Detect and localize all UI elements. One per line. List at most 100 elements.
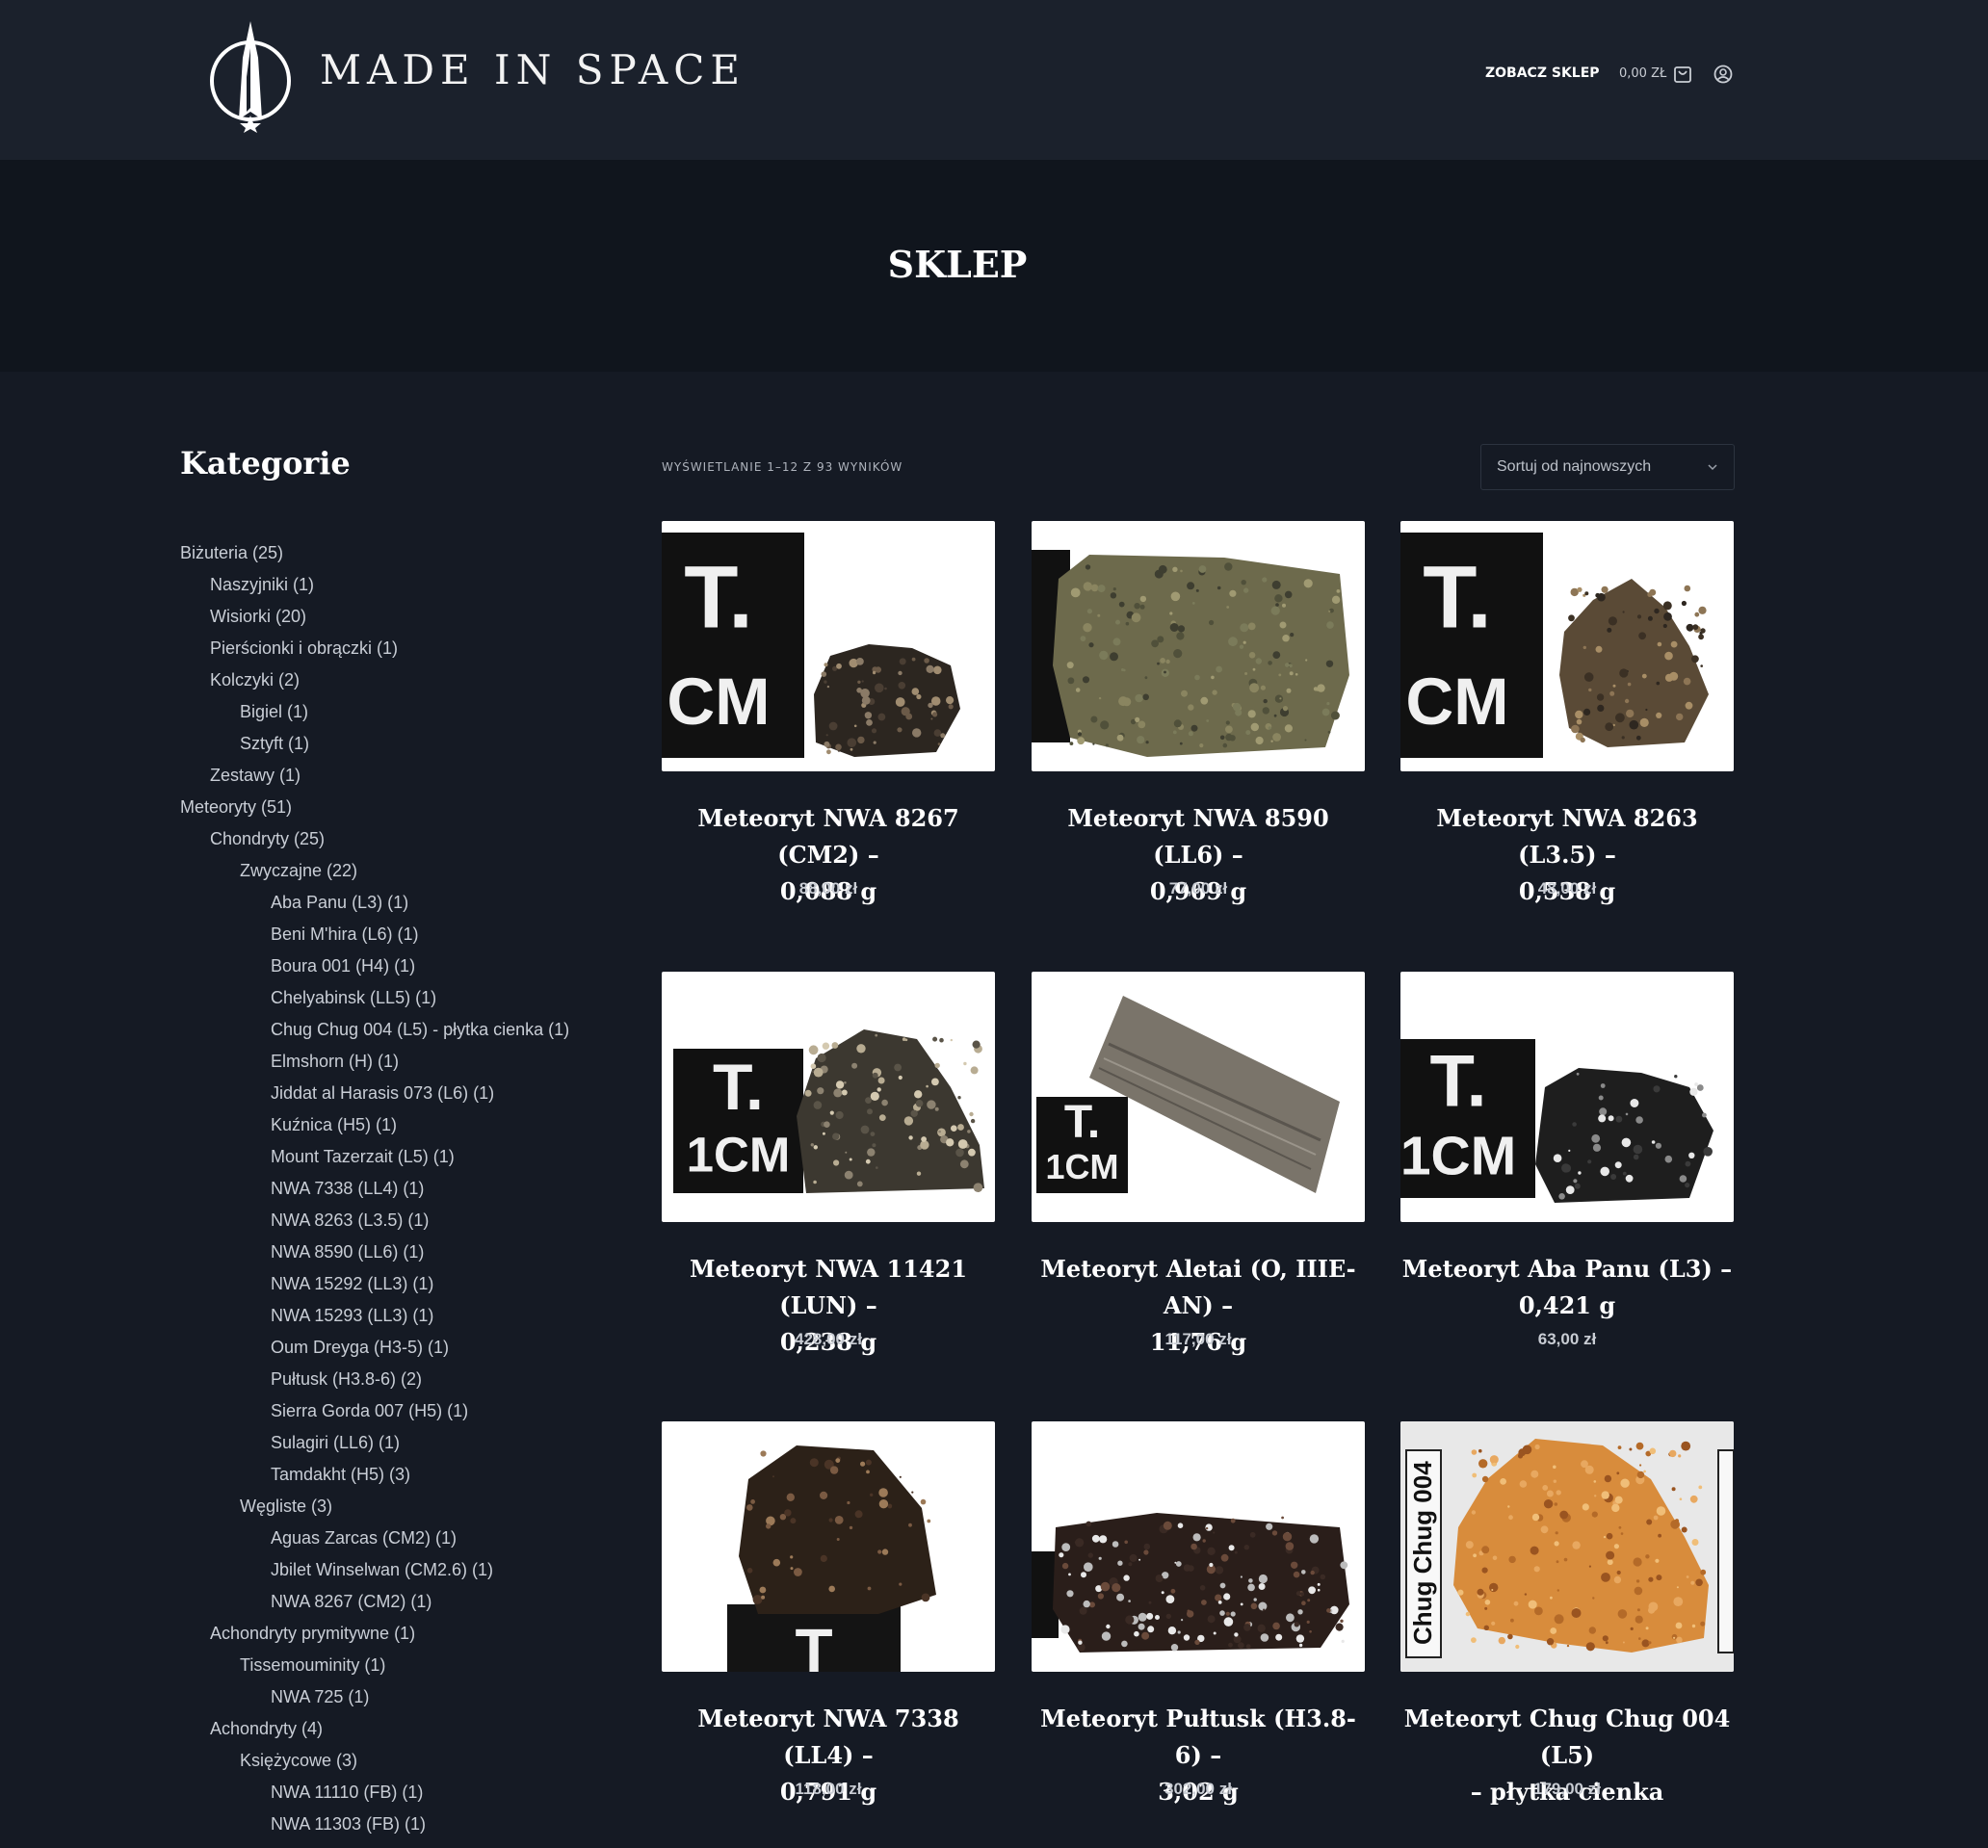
nav-shop-link[interactable]: ZOBACZ SKLEP <box>1485 65 1600 81</box>
category-link[interactable]: Zwyczajne (22) <box>180 857 623 889</box>
category-link[interactable]: NWA 8263 (L3.5) (1) <box>180 1207 623 1238</box>
category-link[interactable]: Achondryty (4) <box>180 1715 623 1747</box>
category-link[interactable]: NWA 11303 (FB) (1) <box>180 1810 623 1842</box>
category-link[interactable]: Mount Tazerzait (L5) (1) <box>180 1143 623 1175</box>
category-link[interactable]: Aguas Zarcas (CM2) (1) <box>180 1524 623 1556</box>
category-link[interactable]: NWA 11110 (FB) (1) <box>180 1779 623 1810</box>
category-link[interactable]: Kolczyki (2) <box>180 666 623 698</box>
product-card[interactable]: T Meteoryt NWA 7338 (LL4) – 0,791 g 118,… <box>662 1421 995 1816</box>
product-image[interactable]: T. CM <box>662 521 995 771</box>
svg-text:Chug Chug 004: Chug Chug 004 <box>1408 1461 1437 1645</box>
product-card[interactable]: T. 1CM Meteoryt NWA 11421 (LUN) – 0,238 … <box>662 972 995 1366</box>
product-title-line1: Meteoryt Aletai (O, IIIE-AN) – <box>1040 1255 1356 1319</box>
category-link[interactable]: Sztyft (1) <box>180 730 623 762</box>
product-title-line2: 0,421 g <box>1518 1291 1616 1319</box>
product-image[interactable]: Chug Chug 004 <box>1400 1421 1734 1672</box>
product-image-cube-1cm-black-stone-icon[interactable]: T. 1CM <box>1400 972 1734 1222</box>
category-link[interactable]: Biżuteria (25) <box>180 539 623 571</box>
site-header: MADE IN SPACE ZOBACZ SKLEP 0,00 ZŁ <box>0 0 1988 160</box>
product-title-line1: Meteoryt NWA 11421 (LUN) – <box>689 1255 968 1319</box>
product-card[interactable]: Chug Chug 004 Meteoryt Chug Chug 004 (L5… <box>1400 1421 1734 1816</box>
product-image[interactable]: T. 1CM <box>1032 972 1365 1222</box>
svg-text:T.: T. <box>1064 1097 1100 1148</box>
product-image-dark-slab-speckled-icon[interactable] <box>1032 1421 1365 1672</box>
svg-text:1CM: 1CM <box>1045 1147 1118 1186</box>
product-card[interactable]: T. 1CM Meteoryt Aba Panu (L3) – 0,421 g … <box>1400 972 1734 1366</box>
product-image[interactable] <box>1032 521 1365 771</box>
category-link[interactable]: Naszyjniki (1) <box>180 571 623 603</box>
category-link[interactable]: Zestawy (1) <box>180 762 623 794</box>
product-price: 77,00 zł <box>1168 879 1228 898</box>
svg-text:CM: CM <box>1405 664 1508 739</box>
product-image-olive-slab-icon[interactable] <box>1032 521 1365 771</box>
sort-dropdown[interactable]: Sortuj od najnowszych <box>1480 444 1735 490</box>
category-link[interactable]: Beni M'hira (L6) (1) <box>180 921 623 952</box>
product-image[interactable]: T. 1CM <box>1400 972 1734 1222</box>
product-price: 118,00 zł <box>795 1780 862 1798</box>
chevron-down-icon <box>1708 464 1717 471</box>
brand-name[interactable]: MADE IN SPACE <box>320 46 746 93</box>
results-count: WYŚWIETLANIE 1–12 Z 93 WYNIKÓW <box>662 460 903 474</box>
category-link[interactable]: NWA 15292 (LL3) (1) <box>180 1270 623 1302</box>
category-link[interactable]: Pułtusk (H3.8-6) (2) <box>180 1366 623 1397</box>
product-image[interactable]: T <box>662 1421 995 1672</box>
category-link[interactable]: Elmshorn (H) (1) <box>180 1048 623 1080</box>
sort-selected-label: Sortuj od najnowszych <box>1497 458 1652 475</box>
category-link[interactable]: Jbilet Winselwan (CM2.6) (1) <box>180 1556 623 1588</box>
category-link[interactable]: Aba Panu (L3) (1) <box>180 889 623 921</box>
product-image[interactable] <box>1032 1421 1365 1672</box>
product-price: 117,00 zł <box>1164 1330 1232 1348</box>
category-link[interactable]: Oum Dreyga (H3-5) (1) <box>180 1334 623 1366</box>
cart-total[interactable]: 0,00 ZŁ <box>1619 66 1666 81</box>
category-link[interactable]: Bigiel (1) <box>180 698 623 730</box>
product-image-thin-section-icon[interactable]: Chug Chug 004 <box>1400 1421 1734 1672</box>
category-link[interactable]: NWA 8267 (CM2) (1) <box>180 1588 623 1620</box>
category-link[interactable]: Chondryty (25) <box>180 825 623 857</box>
product-card[interactable]: T. CM Meteoryt NWA 8267 (CM2) – 0,088 g … <box>662 521 995 916</box>
category-list: Biżuteria (25) Naszyjniki (1) Wisiorki (20… <box>180 539 623 1842</box>
product-image-stone-on-cube-icon[interactable]: T <box>662 1421 995 1672</box>
product-image[interactable]: T. 1CM <box>662 972 995 1222</box>
category-link[interactable]: Achondryty prymitywne (1) <box>180 1620 623 1652</box>
category-link[interactable]: Pierścionki i obrączki (1) <box>180 635 623 666</box>
rocket-logo-icon[interactable] <box>207 19 294 133</box>
product-title-line1: Meteoryt NWA 8267 (CM2) – <box>697 804 959 869</box>
product-price: 48,00 zł <box>1537 879 1597 898</box>
category-link[interactable]: Boura 001 (H4) (1) <box>180 952 623 984</box>
category-link[interactable]: Tissemouminity (1) <box>180 1652 623 1683</box>
category-link[interactable]: Węgliste (3) <box>180 1493 623 1524</box>
category-link[interactable]: NWA 15293 (LL3) (1) <box>180 1302 623 1334</box>
category-link[interactable]: Wisiorki (20) <box>180 603 623 635</box>
product-title-line1: Meteoryt NWA 8263 (L3.5) – <box>1436 804 1698 869</box>
product-title-line1: Meteoryt NWA 7338 (LL4) – <box>697 1705 959 1769</box>
product-image-cube-left-chondrite-dark-icon[interactable]: T. CM <box>662 521 995 771</box>
category-link[interactable]: NWA 8590 (LL6) (1) <box>180 1238 623 1270</box>
svg-text:1CM: 1CM <box>687 1128 791 1183</box>
product-card[interactable]: T. 1CM Meteoryt Aletai (O, IIIE-AN) – 11… <box>1032 972 1365 1366</box>
category-link[interactable]: Sulagiri (LL6) (1) <box>180 1429 623 1461</box>
product-image-cube-left-chondrite-brown-icon[interactable]: T. CM <box>1400 521 1734 771</box>
product-card[interactable]: Meteoryt Pułtusk (H3.8-6) – 3,02 g 302,0… <box>1032 1421 1365 1816</box>
product-card[interactable]: T. CM Meteoryt NWA 8263 (L3.5) – 0,538 g… <box>1400 521 1734 916</box>
page-title: SKLEP <box>887 243 1028 286</box>
category-link[interactable]: Jiddat al Harasis 073 (L6) (1) <box>180 1080 623 1111</box>
category-link[interactable]: Sierra Gorda 007 (H5) (1) <box>180 1397 623 1429</box>
product-image-iron-bar-icon[interactable]: T. 1CM <box>1032 972 1365 1222</box>
product-title-line1: Meteoryt Aba Panu (L3) – <box>1401 1255 1733 1283</box>
product-card[interactable]: Meteoryt NWA 8590 (LL6) – 0,969 g 77,00 … <box>1032 521 1365 916</box>
category-link[interactable]: Chelyabinsk (LL5) (1) <box>180 984 623 1016</box>
category-link[interactable]: Meteoryty (51) <box>180 794 623 825</box>
category-link[interactable]: Kuźnica (H5) (1) <box>180 1111 623 1143</box>
category-link[interactable]: Księżycowe (3) <box>180 1747 623 1779</box>
category-link[interactable]: NWA 7338 (LL4) (1) <box>180 1175 623 1207</box>
svg-text:T.: T. <box>1429 1040 1486 1122</box>
shopping-bag-icon[interactable] <box>1673 65 1692 84</box>
user-account-icon[interactable] <box>1713 65 1733 84</box>
product-image-cube-1cm-lunar-icon[interactable]: T. 1CM <box>662 972 995 1222</box>
svg-text:T.: T. <box>684 548 753 646</box>
category-link[interactable]: NWA 725 (1) <box>180 1683 623 1715</box>
product-image[interactable]: T. CM <box>1400 521 1734 771</box>
category-link[interactable]: Tamdakht (H5) (3) <box>180 1461 623 1493</box>
category-link[interactable]: Chug Chug 004 (L5) - płytka cienka (1) <box>180 1016 623 1048</box>
product-title[interactable]: Meteoryt Aba Panu (L3) – 0,421 g <box>1400 1251 1734 1324</box>
